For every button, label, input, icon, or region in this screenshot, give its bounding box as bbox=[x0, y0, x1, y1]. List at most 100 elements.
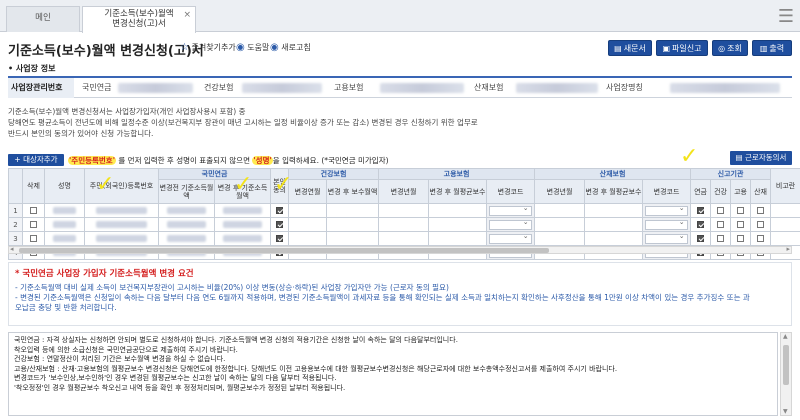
scroll-down-icon[interactable]: ▼ bbox=[783, 408, 788, 415]
col-acc-code: 변경코드 bbox=[642, 179, 692, 204]
consent-checkbox[interactable] bbox=[276, 235, 284, 242]
search-label: 조회 bbox=[727, 44, 742, 53]
emp-code-cell[interactable] bbox=[486, 203, 536, 218]
name-cell[interactable] bbox=[44, 231, 85, 246]
tab-income-change[interactable]: 기준소득(보수)월액 변경신청(고)서 × bbox=[82, 6, 196, 33]
group-health: 건강보험 bbox=[288, 168, 380, 180]
col-note: 비고란 bbox=[770, 168, 800, 204]
acc-code-select[interactable] bbox=[645, 205, 688, 216]
notes-textarea[interactable]: 국민연금 : 자격 상실자는 신청하면 안되며 별도로 신청하셔야 합니다. 기… bbox=[8, 332, 778, 416]
report-employment-checkbox[interactable] bbox=[737, 235, 745, 242]
notes-scroll-thumb[interactable] bbox=[783, 345, 789, 385]
tab-home[interactable]: 메인 bbox=[6, 6, 80, 32]
instruction-name: '성명' bbox=[252, 156, 273, 165]
emp-after-cell[interactable] bbox=[428, 231, 488, 246]
rrn-cell[interactable] bbox=[84, 217, 159, 232]
health-after-cell[interactable] bbox=[326, 217, 380, 232]
name-cell[interactable] bbox=[44, 217, 85, 232]
rrn-cell[interactable] bbox=[84, 203, 159, 218]
consent-cell bbox=[270, 231, 290, 246]
acc-code-select[interactable] bbox=[645, 219, 688, 230]
health-ym-cell[interactable] bbox=[288, 217, 328, 232]
report-employment-checkbox[interactable] bbox=[737, 221, 745, 228]
help-link[interactable]: ◉ 도움말 bbox=[236, 42, 269, 53]
health-after-cell[interactable] bbox=[326, 203, 380, 218]
scroll-thumb[interactable] bbox=[19, 248, 549, 253]
report-health-checkbox[interactable] bbox=[717, 235, 725, 242]
print-label: 출력 bbox=[769, 44, 785, 53]
acc-ym-cell[interactable] bbox=[534, 217, 586, 232]
report-employment-cell bbox=[730, 231, 752, 246]
accident-label: 산재보험 bbox=[474, 83, 504, 92]
row-number: 2 bbox=[8, 217, 23, 232]
favorite-link[interactable]: ☆ 즐겨찾기추가 bbox=[180, 42, 236, 53]
scroll-right-icon[interactable]: ▸ bbox=[786, 245, 790, 253]
report-pension-checkbox[interactable] bbox=[697, 221, 705, 228]
emp-after-cell[interactable] bbox=[428, 203, 488, 218]
note-cell[interactable] bbox=[770, 203, 800, 218]
tab-home-label: 메인 bbox=[35, 13, 51, 23]
report-health-checkbox[interactable] bbox=[717, 221, 725, 228]
emp-ym-cell[interactable] bbox=[378, 203, 430, 218]
scroll-up-icon[interactable]: ▲ bbox=[783, 333, 788, 340]
refresh-link[interactable]: ◉ 새로고침 bbox=[270, 42, 311, 53]
table-horizontal-scrollbar[interactable]: ◂ ▸ bbox=[8, 245, 792, 254]
acc-ym-cell[interactable] bbox=[534, 231, 586, 246]
emp-code-select[interactable] bbox=[489, 205, 532, 216]
notes-vertical-scrollbar[interactable]: ▲ ▼ bbox=[780, 332, 792, 416]
pension-after-cell[interactable] bbox=[213, 217, 272, 232]
emp-code-cell[interactable] bbox=[486, 217, 536, 232]
emp-ym-cell[interactable] bbox=[378, 231, 430, 246]
report-pension-checkbox[interactable] bbox=[697, 235, 705, 242]
report-employment-checkbox[interactable] bbox=[737, 207, 745, 214]
report-health-cell bbox=[710, 203, 732, 218]
acc-code-cell[interactable] bbox=[642, 217, 692, 232]
report-accident-checkbox[interactable] bbox=[757, 207, 765, 214]
acc-code-select[interactable] bbox=[645, 233, 688, 244]
consent-checkbox[interactable] bbox=[276, 221, 284, 228]
workplace-name-masked bbox=[670, 83, 780, 93]
pension-after-cell[interactable] bbox=[213, 203, 272, 218]
check-annotation-consent: ✓ bbox=[274, 172, 293, 197]
acc-after-cell[interactable] bbox=[584, 217, 644, 232]
emp-code-select[interactable] bbox=[489, 233, 532, 244]
emp-code-select[interactable] bbox=[489, 219, 532, 230]
emp-code-cell[interactable] bbox=[486, 231, 536, 246]
new-document-button[interactable]: ▤ 새문서 bbox=[608, 40, 652, 56]
file-report-button[interactable]: ▣ 파일신고 bbox=[656, 40, 708, 56]
note-cell[interactable] bbox=[770, 217, 800, 232]
delete-checkbox[interactable] bbox=[30, 235, 37, 242]
report-accident-checkbox[interactable] bbox=[757, 221, 765, 228]
consent-checkbox[interactable] bbox=[276, 207, 284, 214]
tab-income-change-line2: 변경신청(고)서 bbox=[112, 19, 166, 29]
health-ym-cell[interactable] bbox=[288, 203, 328, 218]
pension-after-masked bbox=[223, 235, 262, 242]
pension-after-cell[interactable] bbox=[213, 231, 272, 246]
acc-after-cell[interactable] bbox=[584, 203, 644, 218]
note-cell[interactable] bbox=[770, 231, 800, 246]
pension-number-masked bbox=[118, 83, 193, 93]
report-accident-checkbox[interactable] bbox=[757, 235, 765, 242]
report-pension-checkbox[interactable] bbox=[697, 207, 705, 214]
close-icon[interactable]: × bbox=[183, 10, 191, 20]
scroll-left-icon[interactable]: ◂ bbox=[10, 245, 14, 253]
emp-ym-cell[interactable] bbox=[378, 217, 430, 232]
acc-ym-cell[interactable] bbox=[534, 203, 586, 218]
rrn-cell[interactable] bbox=[84, 231, 159, 246]
work-consent-button[interactable]: ▤ 근로자동의서 bbox=[730, 151, 792, 165]
search-button[interactable]: ◎ 조회 bbox=[712, 40, 748, 56]
delete-checkbox[interactable] bbox=[30, 221, 37, 228]
delete-checkbox[interactable] bbox=[30, 207, 37, 214]
acc-after-cell[interactable] bbox=[584, 231, 644, 246]
name-cell[interactable] bbox=[44, 203, 85, 218]
emp-after-cell[interactable] bbox=[428, 217, 488, 232]
acc-code-cell[interactable] bbox=[642, 203, 692, 218]
acc-code-cell[interactable] bbox=[642, 231, 692, 246]
health-ym-cell[interactable] bbox=[288, 231, 328, 246]
add-target-button[interactable]: + 대상자추가 bbox=[8, 154, 64, 166]
report-health-checkbox[interactable] bbox=[717, 207, 725, 214]
hamburger-icon[interactable]: ☰ bbox=[778, 6, 794, 27]
health-after-cell[interactable] bbox=[326, 231, 380, 246]
col-acc-after: 변경 후 월평균보수 bbox=[584, 179, 644, 204]
print-button[interactable]: ▥ 출력 bbox=[752, 40, 792, 56]
